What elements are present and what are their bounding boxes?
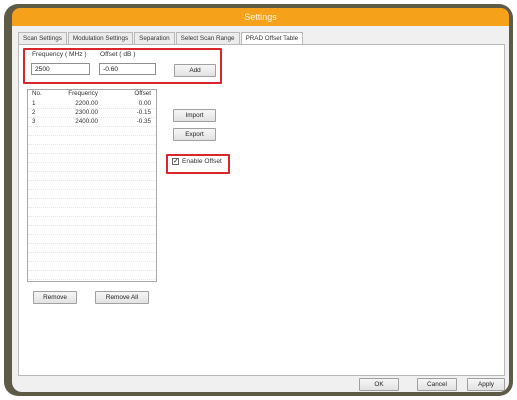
table-row[interactable]: 2 2300.00 -0.15 [28,109,156,118]
frequency-field[interactable]: 2500 [31,63,90,75]
window-title: Settings [12,8,509,26]
cell-offset: 0.00 [138,100,151,107]
cell-frequency: 2300.00 [75,109,98,116]
empty-row [28,244,156,253]
table-header: No. Frequency Offset [28,90,156,100]
cell-offset: -0.35 [136,118,151,125]
table-row[interactable]: 1 2200.00 0.00 [28,100,156,109]
remove-button[interactable]: Remove [33,291,77,304]
tab-modulation-settings[interactable]: Modulation Settings [67,32,134,44]
enable-offset-checkbox[interactable]: ✓ Enable Offset [169,156,225,168]
cell-no: 3 [32,118,36,125]
remove-all-button[interactable]: Remove All [95,291,149,304]
prad-offset-panel: Frequency ( MHz ) Offset ( dB ) 2500 -0.… [18,44,505,376]
cell-offset: -0.15 [136,109,151,116]
cell-frequency: 2400.00 [75,118,98,125]
col-header-offset: Offset [134,90,151,97]
col-header-frequency: Frequency [68,90,98,97]
empty-row [28,163,156,172]
cell-frequency: 2200.00 [75,100,98,107]
empty-row [28,235,156,244]
offset-label: Offset ( dB ) [100,51,136,58]
empty-row [28,217,156,226]
tab-select-scan-range[interactable]: Select Scan Range [175,32,240,44]
empty-row [28,136,156,145]
add-button[interactable]: Add [174,64,216,77]
table-row[interactable]: 3 2400.00 -0.35 [28,118,156,127]
offset-field[interactable]: -0.60 [99,63,156,75]
cell-no: 2 [32,109,36,116]
cancel-button[interactable]: Cancel [417,378,457,391]
settings-dialog: Scan Settings Modulation Settings Separa… [12,26,509,392]
col-header-no: No. [32,90,42,97]
apply-button[interactable]: Apply [467,378,505,391]
import-button[interactable]: Import [173,109,216,122]
empty-row [28,262,156,271]
empty-row [28,145,156,154]
empty-row [28,208,156,217]
empty-row [28,181,156,190]
ok-button[interactable]: OK [359,378,399,391]
frequency-label: Frequency ( MHz ) [32,51,87,58]
enable-offset-label: Enable Offset [182,158,222,165]
empty-row [28,199,156,208]
empty-row [28,280,156,281]
empty-row [28,253,156,262]
empty-row [28,226,156,235]
export-button[interactable]: Export [173,128,216,141]
checkbox-box[interactable]: ✓ [172,158,179,165]
empty-row [28,172,156,181]
tab-strip: Scan Settings Modulation Settings Separa… [18,32,304,45]
tab-scan-settings[interactable]: Scan Settings [18,32,67,44]
cell-no: 1 [32,100,36,107]
tab-separation[interactable]: Separation [134,32,175,44]
empty-row [28,127,156,136]
empty-row [28,190,156,199]
window-frame: Settings Scan Settings Modulation Settin… [4,4,513,396]
empty-row [28,154,156,163]
empty-row [28,271,156,280]
offset-table[interactable]: No. Frequency Offset 1 2200.00 0.00 2 23… [27,89,157,282]
